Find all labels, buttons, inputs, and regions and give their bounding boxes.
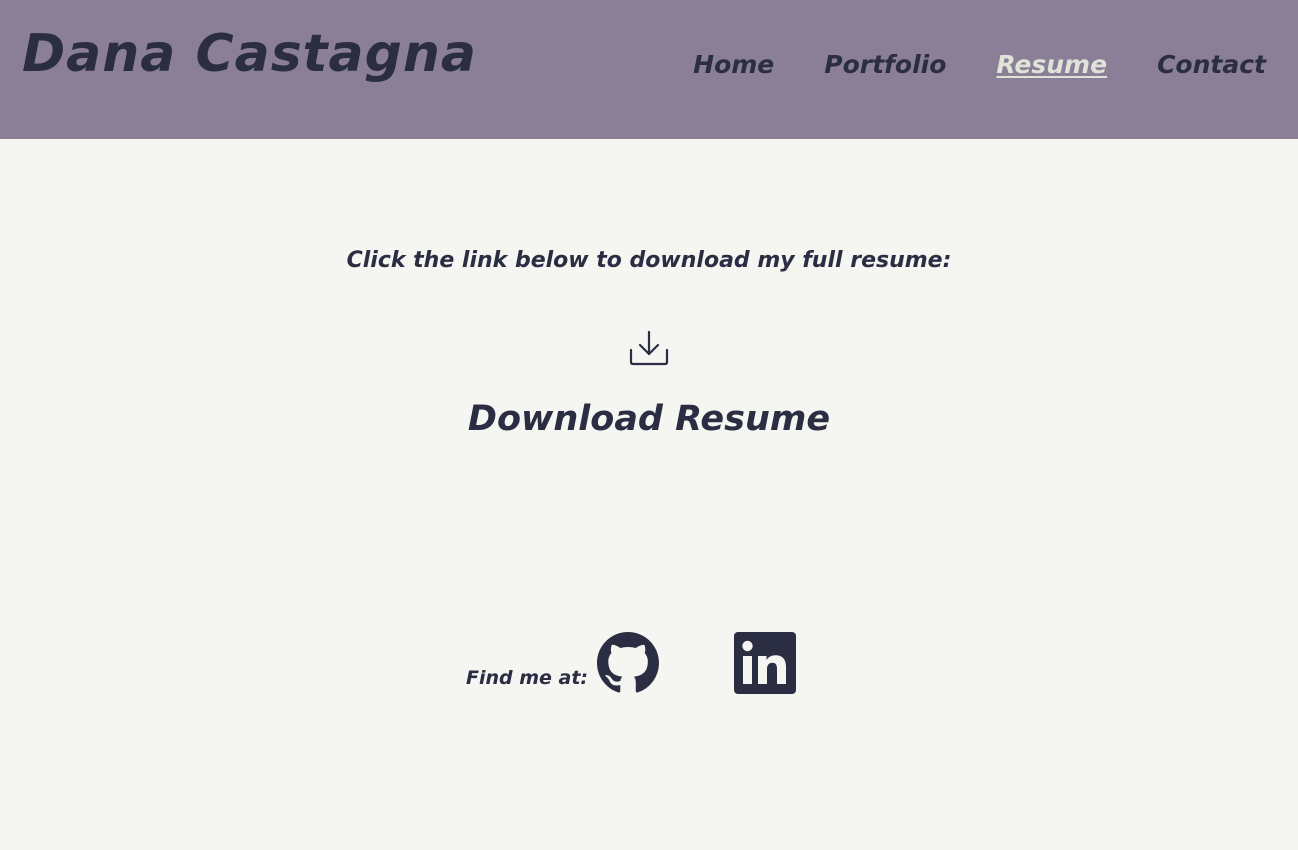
nav-contact-link[interactable]: Contact — [1157, 50, 1266, 79]
find-me-label: Find me at: — [466, 667, 589, 689]
nav-portfolio-link[interactable]: Portfolio — [824, 50, 946, 79]
github-icon — [597, 632, 659, 693]
resume-intro-text: Click the link below to download my full… — [346, 248, 952, 273]
site-footer: Find me at: — [0, 632, 1298, 694]
download-resume-label: Download Resume — [467, 399, 831, 439]
download-icon — [629, 330, 669, 366]
linkedin-link[interactable] — [734, 632, 796, 694]
download-resume-link[interactable]: Download Resume — [449, 330, 849, 439]
linkedin-icon — [734, 632, 796, 694]
main-nav: Home Portfolio Resume Contact — [693, 50, 1266, 79]
site-title: Dana Castagna — [22, 24, 477, 84]
nav-home-link[interactable]: Home — [693, 50, 774, 79]
github-link[interactable] — [597, 632, 659, 694]
site-header: Dana Castagna Home Portfolio Resume Cont… — [0, 0, 1298, 139]
nav-resume-link[interactable]: Resume — [996, 50, 1107, 79]
